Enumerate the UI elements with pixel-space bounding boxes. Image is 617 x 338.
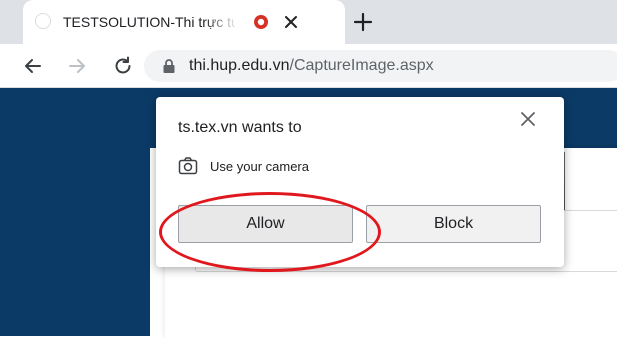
arrow-left-icon[interactable] [22,55,44,77]
tab-title-fade [203,8,239,36]
blank-favicon-icon [35,13,51,29]
page-sidebar [0,88,150,336]
arrow-right-icon[interactable] [66,55,88,77]
url-text[interactable]: thi.hup.edu.vn/CaptureImage.aspx [189,56,434,76]
camera-icon [178,157,198,175]
permission-request-text: Use your camera [210,159,309,174]
url-host: thi.hup.edu.vn [189,57,290,74]
url-path: /CaptureImage.aspx [289,57,434,74]
tab-strip: TESTSOLUTION-Thi trực tuyế [0,0,617,44]
address-bar[interactable]: thi.hup.edu.vn/CaptureImage.aspx [144,50,617,82]
close-icon[interactable] [281,12,301,32]
plus-icon[interactable] [350,9,376,35]
close-icon[interactable] [516,107,540,131]
lock-icon[interactable] [162,58,176,74]
block-button[interactable]: Block [366,205,541,243]
browser-toolbar: thi.hup.edu.vn/CaptureImage.aspx [0,44,617,88]
reload-icon[interactable] [112,55,134,77]
dialog-title: ts.tex.vn wants to [178,119,302,136]
allow-button[interactable]: Allow [178,205,353,243]
browser-tab[interactable]: TESTSOLUTION-Thi trực tuyế [23,0,345,44]
record-dot-icon [254,15,268,29]
permission-dialog: ts.tex.vn wants to Use your camera Allow… [156,97,564,267]
